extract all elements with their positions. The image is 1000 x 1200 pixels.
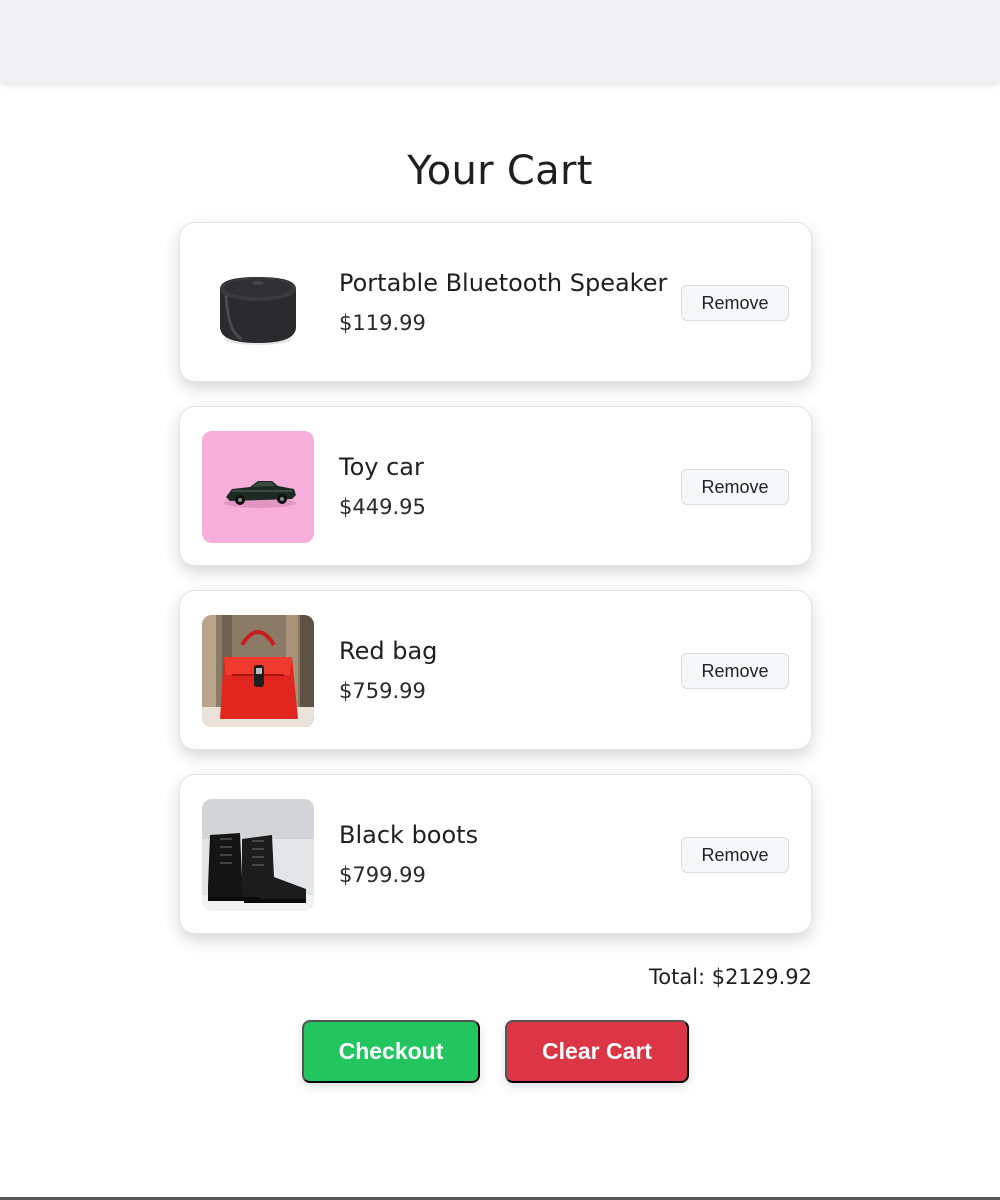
cart-item: Red bag $759.99 Remove	[179, 590, 812, 750]
page-title: Your Cart	[407, 148, 593, 194]
speaker-image	[202, 247, 314, 359]
clear-cart-button[interactable]: Clear Cart	[505, 1020, 689, 1083]
cart-total: Total: $2129.92	[649, 965, 812, 989]
item-price: $799.99	[339, 863, 426, 887]
item-price: $759.99	[339, 679, 426, 703]
cart-item: Toy car $449.95 Remove	[179, 406, 812, 566]
item-name: Black boots	[339, 821, 479, 849]
item-name: Toy car	[339, 453, 424, 481]
product-image-red-bag	[202, 615, 314, 727]
remove-button[interactable]: Remove	[681, 469, 789, 505]
cart-item: Portable Bluetooth Speaker $119.99 Remov…	[179, 222, 812, 382]
item-price: $119.99	[339, 311, 426, 335]
remove-button[interactable]: Remove	[681, 285, 789, 321]
item-name: Red bag	[339, 637, 438, 665]
product-image-black-boots	[202, 799, 314, 911]
remove-button[interactable]: Remove	[681, 837, 789, 873]
checkout-button[interactable]: Checkout	[302, 1020, 480, 1083]
cart-item: Black boots $799.99 Remove	[179, 774, 812, 934]
product-image-speaker	[202, 247, 314, 359]
red-bag-image	[202, 615, 314, 727]
item-price: $449.95	[339, 495, 426, 519]
product-image-toy-car	[202, 431, 314, 543]
top-navbar	[0, 0, 1000, 82]
cart-list: Portable Bluetooth Speaker $119.99 Remov…	[179, 222, 812, 958]
item-name: Portable Bluetooth Speaker	[339, 269, 668, 297]
toy-car-image	[202, 431, 314, 543]
remove-button[interactable]: Remove	[681, 653, 789, 689]
black-boots-image	[202, 799, 314, 911]
